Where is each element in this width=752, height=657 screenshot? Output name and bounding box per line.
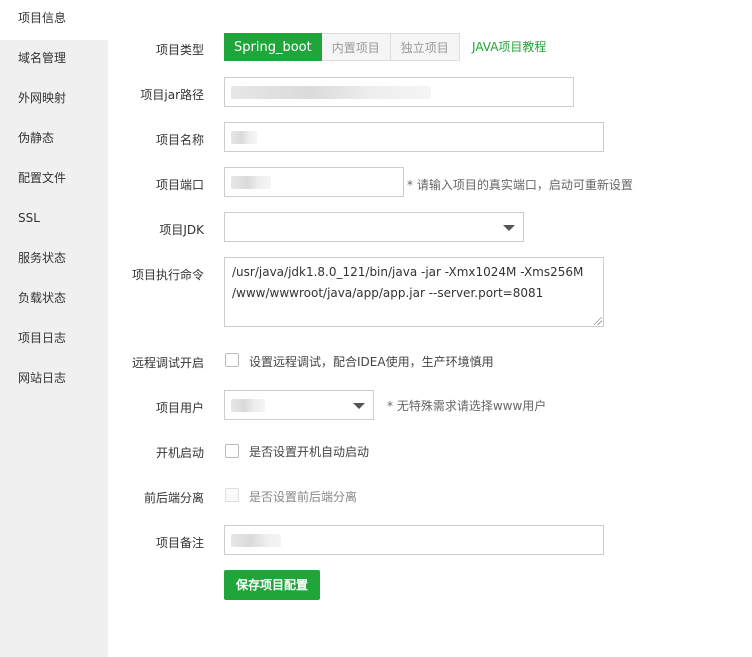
project-port-input[interactable]	[224, 167, 404, 197]
project-jdk-select[interactable]	[224, 212, 524, 242]
project-port-label: 项目端口	[155, 178, 204, 192]
sidebar-item-service-status[interactable]: 服务状态	[0, 240, 108, 280]
jar-path-label: 项目jar路径	[140, 88, 204, 102]
separation-label: 前后端分离	[143, 491, 204, 505]
sidebar-item-domain-management[interactable]: 域名管理	[0, 40, 108, 80]
redacted-value	[231, 86, 431, 99]
project-name-input[interactable]	[224, 122, 604, 152]
project-type-label: 项目类型	[155, 43, 204, 57]
separation-checkbox[interactable]	[225, 488, 239, 502]
remark-label: 项目备注	[155, 536, 204, 550]
java-tutorial-link[interactable]: JAVA项目教程	[472, 38, 546, 55]
project-form: 项目类型 Spring_boot 内置项目 独立项目 JAVA项目教程 项目ja…	[108, 0, 752, 657]
redacted-value	[231, 131, 257, 144]
redacted-value	[231, 176, 271, 189]
project-type-group: Spring_boot 内置项目 独立项目	[224, 33, 460, 61]
save-project-config-button[interactable]: 保存项目配置	[224, 570, 321, 600]
sidebar-item-site-log[interactable]: 网站日志	[0, 360, 108, 400]
sidebar-item-project-info[interactable]: 项目信息	[0, 0, 108, 40]
redacted-value	[231, 399, 265, 412]
separation-text: 是否设置前后端分离	[249, 490, 358, 504]
project-port-hint: * 请输入项目的真实端口，启动可重新设置	[407, 178, 633, 192]
project-type-standalone-button[interactable]: 独立项目	[390, 33, 460, 61]
project-user-label: 项目用户	[155, 401, 204, 415]
remote-debug-text: 设置远程调试，配合IDEA使用，生产环境慎用	[249, 355, 494, 369]
project-user-select[interactable]	[224, 390, 374, 420]
sidebar-item-config-file[interactable]: 配置文件	[0, 160, 108, 200]
remark-input[interactable]	[224, 525, 604, 555]
chevron-down-icon	[353, 403, 365, 409]
boot-start-label: 开机启动	[155, 446, 204, 460]
sidebar-item-project-log[interactable]: 项目日志	[0, 320, 108, 360]
sidebar: 项目信息 域名管理 外网映射 伪静态 配置文件 SSL 服务状态 负载状态 项目…	[0, 0, 108, 657]
chevron-down-icon	[503, 225, 515, 231]
sidebar-item-ssl[interactable]: SSL	[0, 200, 108, 240]
remote-debug-label: 远程调试开启	[131, 356, 204, 370]
jar-path-input[interactable]	[224, 77, 574, 107]
project-name-label: 项目名称	[155, 133, 204, 147]
project-type-springboot-button[interactable]: Spring_boot	[224, 33, 322, 61]
redacted-value	[231, 534, 281, 547]
remote-debug-checkbox[interactable]	[225, 353, 239, 367]
sidebar-item-rewrite[interactable]: 伪静态	[0, 120, 108, 160]
boot-start-text: 是否设置开机自动启动	[249, 445, 370, 459]
sidebar-item-external-mapping[interactable]: 外网映射	[0, 80, 108, 120]
boot-start-checkbox[interactable]	[225, 444, 239, 458]
project-jdk-label: 项目JDK	[159, 223, 204, 237]
project-user-hint: * 无特殊需求请选择www用户	[387, 399, 547, 413]
sidebar-item-load-status[interactable]: 负载状态	[0, 280, 108, 320]
exec-command-textarea[interactable]: /usr/java/jdk1.8.0_121/bin/java -jar -Xm…	[224, 257, 604, 327]
resize-handle-icon[interactable]	[594, 317, 602, 325]
project-type-builtin-button[interactable]: 内置项目	[321, 33, 391, 61]
exec-command-label: 项目执行命令	[131, 268, 204, 282]
